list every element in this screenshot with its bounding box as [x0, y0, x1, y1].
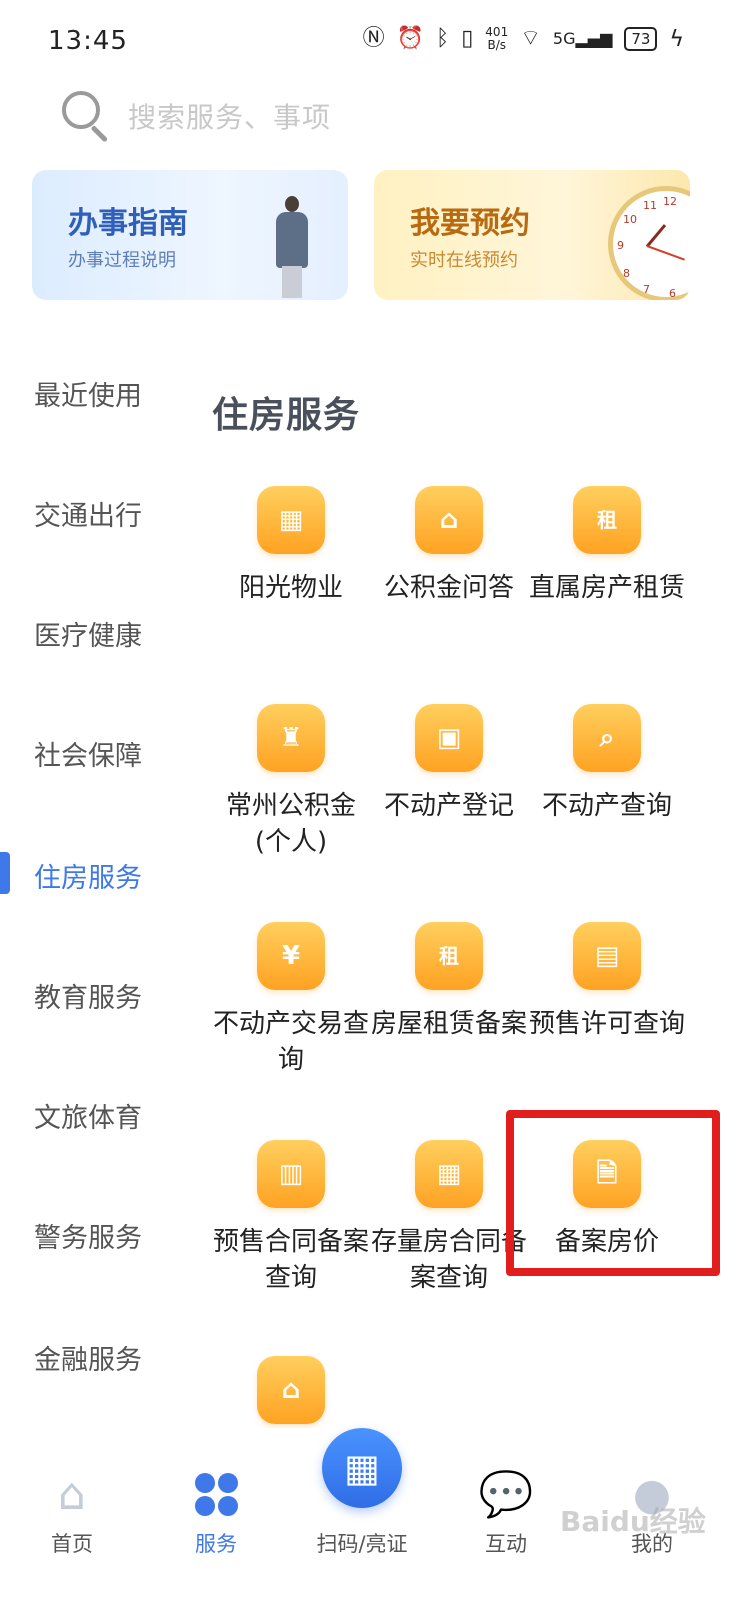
sidebar-item-transport[interactable]: 交通出行: [34, 494, 142, 533]
clock-illustration: 12 10 9 8 7 6 11: [608, 186, 690, 300]
service-rent-filing[interactable]: 租 房屋租赁备案: [370, 922, 528, 1042]
nfc-icon: Ⓝ: [362, 26, 385, 51]
nav-services[interactable]: 服务: [156, 1466, 276, 1558]
sidebar-item-finance[interactable]: 金融服务: [34, 1338, 142, 1377]
service-fund-qa[interactable]: ⌂ 公积金问答: [370, 486, 528, 606]
sidebar-item-medical[interactable]: 医疗健康: [34, 614, 142, 653]
appointment-banner[interactable]: 我要预约 实时在线预约 12 10 9 8 7 6 11: [374, 170, 690, 300]
qr-code-icon[interactable]: ▦: [322, 1428, 402, 1508]
network-speed-unit: B/s: [487, 38, 507, 52]
service-label: 房屋租赁备案: [370, 1009, 527, 1039]
service-label: 预售合同备案查询: [212, 1227, 369, 1293]
search-icon: [56, 87, 114, 145]
sidebar-item-education[interactable]: 教育服务: [34, 976, 142, 1015]
service-stock-contract[interactable]: ▦ 存量房合同备案查询: [370, 1140, 528, 1296]
services-icon: [188, 1466, 244, 1522]
service-sunshine-property[interactable]: ▦ 阳光物业: [212, 486, 370, 606]
service-label: 常州公积金(个人): [225, 791, 356, 857]
house-medical-icon: ⌂: [415, 486, 483, 554]
wifi-icon: ⌔: [520, 26, 541, 51]
battery-icon: 73: [624, 27, 658, 51]
service-label: 阳光物业: [238, 573, 343, 603]
service-changzhou-fund[interactable]: ♜ 常州公积金(个人): [212, 704, 370, 860]
service-label: 不动产登记: [383, 791, 514, 821]
nav-scan-label[interactable]: 扫码/亮证: [302, 1528, 422, 1558]
status-bar: 13:45 Ⓝ ⏰ ᛒ ▯ 401 B/s ⌔ 5G▂▄▆ 73 ϟ: [0, 0, 738, 86]
guide-banner-title: 办事指南: [68, 206, 188, 241]
stock-contract-icon: ▦: [415, 1140, 483, 1208]
sidebar-item-culture-sports[interactable]: 文旅体育: [34, 1096, 142, 1135]
service-label: 公积金问答: [383, 573, 514, 603]
search-placeholder: 搜索服务、事项: [128, 101, 332, 134]
house-grid-icon: ⌂: [257, 1356, 325, 1424]
service-label: 预售许可查询: [528, 1009, 685, 1039]
fund-tower-icon: ♜: [257, 704, 325, 772]
status-time: 13:45: [48, 26, 128, 56]
service-label: 不动产查询: [541, 791, 672, 821]
bluetooth-icon: ᛒ: [435, 26, 450, 51]
battery-level: 73: [631, 30, 651, 48]
home-icon: ⌂: [58, 1468, 86, 1520]
section-title: 住房服务: [212, 395, 361, 436]
building-icon: ▦: [257, 486, 325, 554]
service-property-trade[interactable]: ¥ 不动产交易查询: [212, 922, 370, 1078]
service-direct-rental[interactable]: 租 直属房产租赁: [528, 486, 686, 606]
service-property-register[interactable]: ▣ 不动产登记: [370, 704, 528, 824]
nav-label: 互动: [485, 1532, 527, 1556]
baidu-watermark: Baidu经验: [560, 1505, 706, 1538]
presale-contract-icon: ▥: [257, 1140, 325, 1208]
service-label: 不动产交易查询: [212, 1009, 369, 1075]
search-bar[interactable]: 搜索服务、事项: [56, 84, 676, 148]
nav-home[interactable]: ⌂ 首页: [12, 1466, 132, 1558]
chat-icon: 💬: [478, 1469, 534, 1520]
network-speed-value: 401: [485, 25, 509, 39]
service-label: 直属房产租赁: [528, 573, 685, 603]
property-search-icon: ⌕: [573, 704, 641, 772]
status-icons: Ⓝ ⏰ ᛒ ▯ 401 B/s ⌔ 5G▂▄▆ 73 ϟ: [363, 24, 684, 54]
rent-filing-icon: 租: [415, 922, 483, 990]
guide-banner-subtitle: 办事过程说明: [68, 250, 176, 271]
service-presale-permit[interactable]: ▤ 预售许可查询: [528, 922, 686, 1042]
service-presale-contract[interactable]: ▥ 预售合同备案查询: [212, 1140, 370, 1296]
sidebar-item-social-security[interactable]: 社会保障: [34, 734, 142, 773]
vibrate-icon: ▯: [461, 26, 474, 51]
property-register-icon: ▣: [415, 704, 483, 772]
sidebar-item-recent[interactable]: 最近使用: [34, 374, 142, 413]
presale-permit-icon: ▤: [573, 922, 641, 990]
network-speed: 401 B/s: [485, 26, 508, 52]
service-label: 存量房合同备案查询: [370, 1227, 527, 1293]
sidebar-active-indicator: [0, 852, 10, 894]
property-trade-icon: ¥: [257, 922, 325, 990]
alarm-icon: ⏰: [396, 26, 424, 51]
nav-label: 服务: [195, 1532, 237, 1556]
highlight-box: [506, 1110, 720, 1276]
sidebar-item-police[interactable]: 警务服务: [34, 1216, 142, 1255]
charging-icon: ϟ: [669, 26, 684, 52]
appointment-banner-subtitle: 实时在线预约: [410, 250, 518, 271]
appointment-banner-title: 我要预约: [410, 206, 530, 241]
guide-banner[interactable]: 办事指南 办事过程说明: [32, 170, 348, 300]
sidebar-item-housing[interactable]: 住房服务: [34, 856, 142, 895]
nav-interaction[interactable]: 💬 互动: [446, 1466, 566, 1558]
nav-label: 首页: [51, 1532, 93, 1556]
service-property-search[interactable]: ⌕ 不动产查询: [528, 704, 686, 824]
signal-label: 5G: [552, 29, 576, 48]
businessman-illustration: [272, 196, 312, 300]
signal-icon: 5G▂▄▆: [552, 29, 613, 48]
rent-house-icon: 租: [573, 486, 641, 554]
